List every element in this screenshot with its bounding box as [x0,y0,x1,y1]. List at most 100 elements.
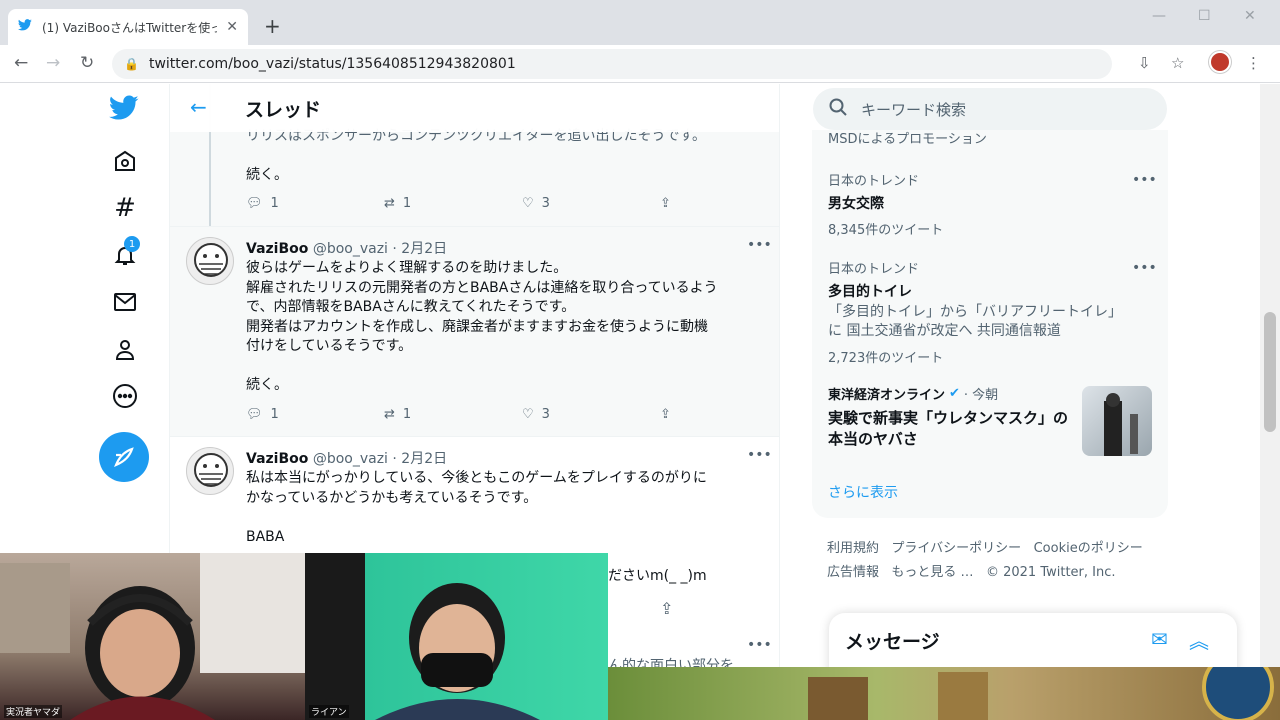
tab-title: (1) VaziBooさんはTwitterを使ってい [42,20,217,35]
twitter-favicon-icon [18,19,36,35]
retweet-button[interactable]: ⇄ 1 [384,196,411,211]
explore-hashtag-icon[interactable]: # [110,193,140,223]
trend-description: 「多目的トイレ」から「バリアフリートイレ」 [828,304,1122,320]
page-scrollbar[interactable] [1260,84,1280,720]
trend-item[interactable]: 日本のトレンド 男女交際 8,345件のツイート [828,170,943,238]
news-title: 本当のヤバさ [828,430,918,448]
reply-count: 1 [270,196,279,211]
show-more-link[interactable]: さらに表示 [828,482,898,502]
messages-drawer[interactable]: メッセージ ✉ ︽ [829,613,1237,673]
new-tab-icon[interactable]: + [264,14,281,38]
profile-avatar[interactable] [1209,51,1231,73]
bookmark-star-icon[interactable]: ☆ [1171,54,1184,72]
back-arrow-icon[interactable]: ← [190,95,207,119]
browser-menu-icon[interactable]: ⋮ [1246,54,1261,72]
trend-category: 日本のトレンド [828,174,920,189]
more-options-icon[interactable]: ••• [747,447,772,463]
trend-more-icon[interactable]: ••• [1132,172,1157,188]
footer-links: 広告情報 もっと見る … © 2021 Twitter, Inc. [827,561,1116,580]
trend-name: 多目的トイレ [828,284,912,300]
page-title: スレッド [245,99,322,121]
back-arrow-icon[interactable]: ← [14,53,28,73]
tweet-continued: 続く。 [246,377,288,393]
trend-more-icon[interactable]: ••• [1132,260,1157,276]
avatar[interactable] [186,237,234,285]
tab-close-icon[interactable]: ✕ [226,19,238,35]
tweet-author[interactable]: VaziBoo @boo_vazi · 2月2日 [246,238,447,258]
retweet-button[interactable]: ⇄ 1 [384,407,411,422]
tweet-line: 彼らはゲームをよりよく理解するのを助けました。 [246,260,568,276]
more-circle-icon[interactable] [110,381,140,411]
tweet-line: 解雇されたリリスの元開発者の方とBABAさんは連絡を取り合っているよう [246,279,718,296]
heart-icon: ♡ [522,407,534,422]
profile-person-icon[interactable] [110,334,140,364]
new-message-icon[interactable]: ✉ [1151,627,1168,651]
footer-link-ads[interactable]: 広告情報 [827,565,879,580]
url-text: twitter.com/boo_vazi/status/135640851294… [148,56,516,72]
footer-link-cookie[interactable]: Cookieのポリシー [1034,541,1143,556]
tweet-continued: 続く。 [246,167,288,183]
user-handle: @boo_vazi [312,451,388,467]
news-item[interactable]: 東洋経済オンライン ✔ · 今朝 実験で新事実「ウレタンマスク」の 本当のヤバさ [828,384,1078,449]
browser-tab[interactable]: (1) VaziBooさんはTwitterを使ってい ✕ [8,9,248,45]
thread-header: ← スレッド [170,84,779,132]
tweet-date: · 2月2日 [392,451,448,467]
promoted-label: MSDによるプロモーション [828,132,987,147]
avatar[interactable] [186,447,234,495]
address-bar[interactable]: 🔒 twitter.com/boo_vazi/status/1356408512… [112,49,1112,79]
display-name: VaziBoo [246,241,309,257]
trend-description: に 国土交通省が改定へ 共同通信報道 [828,323,1061,339]
like-button[interactable]: ♡ 3 [522,196,550,211]
search-icon [829,98,847,120]
footer-link-terms[interactable]: 利用規約 [827,541,879,556]
search-input[interactable]: キーワード検索 [813,88,1167,130]
trend-item[interactable]: 日本のトレンド 多目的トイレ 「多目的トイレ」から「バリアフリートイレ」 に 国… [828,258,1122,366]
tweet-line: 付けをしているそうです。 [246,338,413,354]
retweet-icon: ⇄ [384,407,395,422]
search-placeholder: キーワード検索 [861,100,967,119]
expand-chevron-icon[interactable]: ︽ [1189,625,1209,654]
scrollbar-thumb[interactable] [1264,312,1276,432]
webcam-left: 実況者ヤマダ [0,553,305,720]
tweet-text-tail: ださいm(_ _)m [608,568,707,584]
minimize-icon[interactable]: — [1152,8,1166,24]
news-source-row: 東洋経済オンライン ✔ · 今朝 [828,384,1078,403]
tweet-text: 彼らはゲームをよりよく理解するのを助けました。 解雇されたリリスの元開発者の方と… [246,259,766,396]
footer-link-more[interactable]: もっと見る … [891,565,973,580]
tweet-line: 私は本当にがっかりしている、今後ともこのゲームをプレイするのがりに [246,470,707,486]
tweet-author[interactable]: VaziBoo @boo_vazi · 2月2日 [246,448,447,468]
messages-envelope-icon[interactable] [110,287,140,317]
messages-title: メッセージ [845,631,940,653]
like-count: 3 [541,407,550,422]
share-button[interactable]: ⇪ [660,407,671,422]
footer-link-privacy[interactable]: プライバシーポリシー [891,541,1021,556]
tweet[interactable]: VaziBoo @boo_vazi · 2月2日 ••• 彼らはゲームをよりよく… [170,226,779,436]
more-options-icon[interactable]: ••• [747,637,772,653]
forward-arrow-icon[interactable]: → [46,53,60,73]
more-options-icon[interactable]: ••• [747,237,772,253]
trends-panel: MSDによるプロモーション 日本のトレンド 男女交際 8,345件のツイート •… [812,130,1168,518]
tweet-signature: BABA [246,528,285,545]
install-icon[interactable]: ⇩ [1138,54,1151,72]
retweet-icon: ⇄ [384,196,395,211]
twitter-logo-icon[interactable] [109,93,139,123]
tweet-line: 開発者はアカウントを作成し、廃課金者がますますお金を使うように動機 [246,318,708,335]
compose-tweet-button[interactable] [99,432,149,482]
news-thumbnail[interactable] [1082,386,1152,456]
like-count: 3 [541,196,550,211]
reply-button[interactable]: 💬︎ 1 [246,407,279,422]
reply-button[interactable]: 💬︎ 1 [246,196,279,211]
window-close-icon[interactable]: ✕ [1244,8,1256,24]
verified-badge-icon: ✔ [949,386,960,401]
reload-icon[interactable]: ↻ [80,53,94,73]
webcam-label: ライアン [309,705,349,718]
retweet-count: 1 [402,196,412,211]
retweet-count: 1 [402,407,412,422]
maximize-icon[interactable]: ☐ [1198,8,1211,24]
home-icon[interactable] [110,146,140,176]
user-handle: @boo_vazi [312,241,388,257]
share-button[interactable]: ⇪ [660,196,671,211]
like-button[interactable]: ♡ 3 [522,407,550,422]
tweet-line: で、内部情報をBABAさんに教えてくれたそうです。 [246,299,576,315]
share-icon[interactable]: ⇪ [660,599,673,618]
